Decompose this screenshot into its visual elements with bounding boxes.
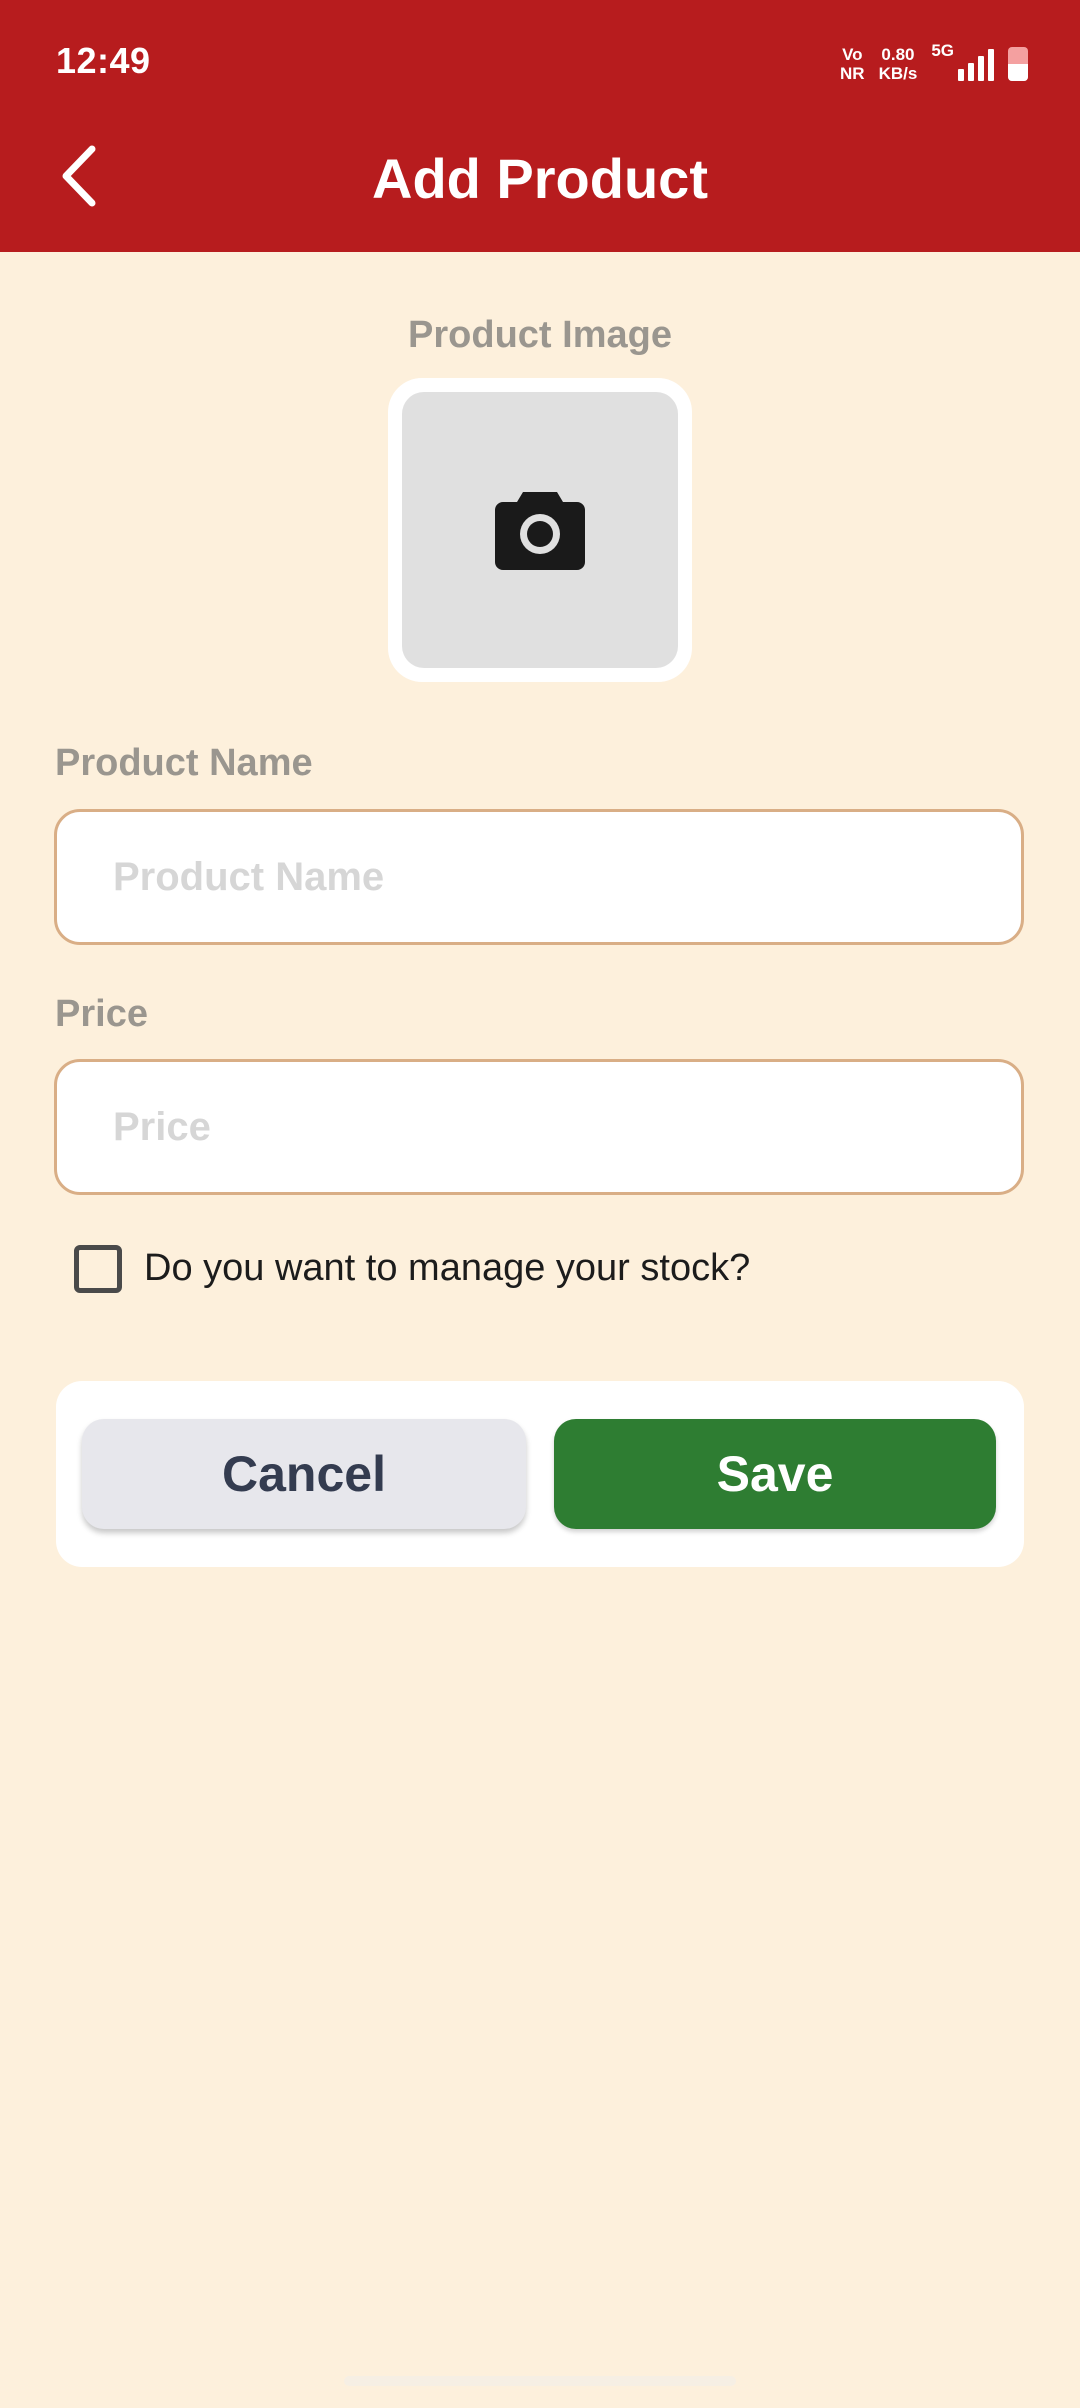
volte-indicator: Vo NR [840,45,865,83]
product-name-input[interactable] [54,809,1024,945]
network-speed-value: 0.80 [881,45,915,64]
price-input[interactable] [54,1059,1024,1195]
cancel-button[interactable]: Cancel [82,1419,526,1529]
camera-icon [495,492,585,570]
network-speed: 0.80 KB/s [879,45,918,83]
network-type: 5G [931,41,954,60]
network-speed-unit: KB/s [878,64,918,83]
status-icons: Vo NR 0.80 KB/s 5G [840,42,1028,86]
action-buttons-card: Cancel Save [56,1381,1024,1567]
volte-bottom-text: NR [840,64,865,83]
signal-icon [958,47,994,81]
battery-icon [1008,47,1028,81]
price-label: Price [55,993,148,1035]
home-indicator[interactable] [344,2376,736,2386]
app-bar: 12:49 Vo NR 0.80 KB/s 5G Add Product [0,0,1080,252]
manage-stock-label: Do you want to manage your stock? [144,1247,751,1289]
page-title: Add Product [372,147,708,210]
status-time: 12:49 [56,40,151,81]
save-button[interactable]: Save [554,1419,996,1529]
manage-stock-checkbox[interactable] [74,1245,122,1293]
image-placeholder [402,392,678,668]
product-image-label: Product Image [408,314,672,356]
product-name-label: Product Name [55,742,313,784]
product-image-picker[interactable] [388,378,692,682]
volte-top-text: Vo [842,45,863,64]
